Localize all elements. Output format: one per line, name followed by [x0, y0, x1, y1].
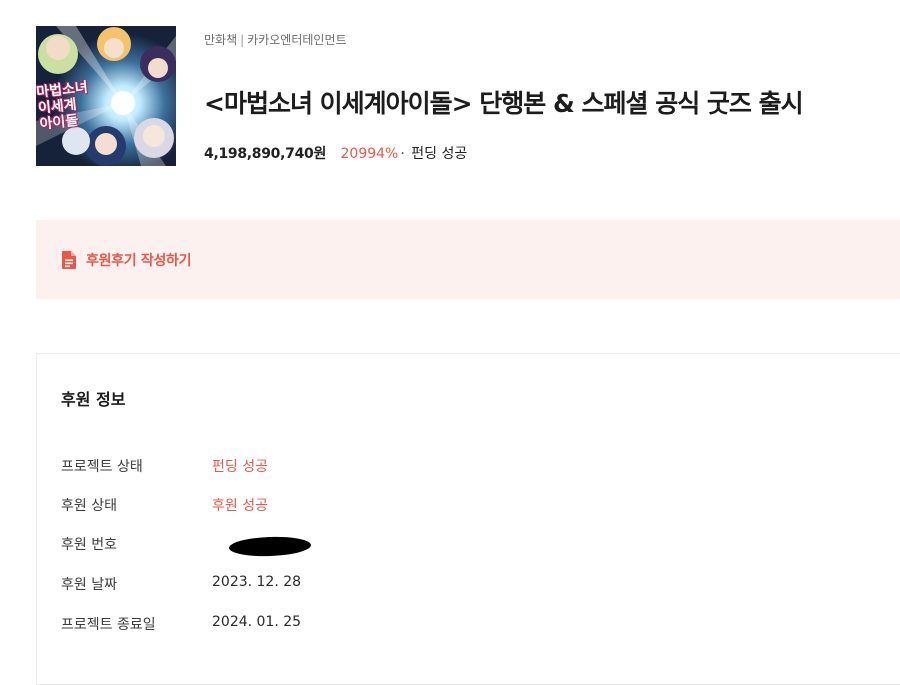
- info-label: 후원 상태: [61, 498, 117, 514]
- funding-stats: 4,198,890,740원 20994% · 펀딩 성공: [204, 143, 467, 163]
- write-review-button[interactable]: 후원후기 작성하기: [62, 250, 192, 270]
- meta-separator: |: [240, 33, 245, 47]
- stats-dot: ·: [400, 146, 405, 162]
- project-meta: 만화책 | 카카오엔터테인먼트: [204, 31, 347, 48]
- info-label: 프로젝트 종료일: [61, 617, 156, 633]
- info-label: 후원 날짜: [61, 577, 117, 593]
- info-label: 프로젝트 상태: [61, 459, 143, 475]
- support-info-panel: 후원 정보 프로젝트 상태 펀딩 성공 후원 상태 후원 성공 후원 번호 후원…: [36, 353, 900, 685]
- info-row-support-number: 후원 번호: [61, 534, 461, 558]
- funding-status: 펀딩 성공: [411, 146, 468, 162]
- info-value: 펀딩 성공: [212, 459, 268, 475]
- info-label: 후원 번호: [61, 537, 117, 553]
- project-header: 마법소녀 이세계 아이돌 만화책 | 카카오엔터테인먼트 <마법소녀 이세계아이돌>…: [36, 26, 900, 166]
- funding-amount: 4,198,890,740원: [204, 146, 327, 162]
- cover-logo-text: 마법소녀 이세계 아이돌: [36, 79, 89, 133]
- info-value: 후원 성공: [212, 498, 268, 514]
- category-label[interactable]: 만화책: [204, 33, 237, 47]
- info-row-support-status: 후원 상태 후원 성공: [61, 495, 461, 519]
- info-value: 2023. 12. 28: [212, 574, 302, 590]
- info-row-support-date: 후원 날짜 2023. 12. 28: [61, 574, 461, 598]
- write-review-label: 후원후기 작성하기: [86, 253, 192, 269]
- document-icon: [62, 251, 76, 269]
- redaction-mark: [228, 535, 312, 558]
- info-value: 2024. 01. 25: [212, 614, 302, 630]
- project-cover-image[interactable]: 마법소녀 이세계 아이돌: [36, 26, 176, 166]
- info-row-end-date: 프로젝트 종료일 2024. 01. 25: [61, 614, 461, 638]
- creator-name[interactable]: 카카오엔터테인먼트: [247, 33, 346, 47]
- review-banner: 후원후기 작성하기: [36, 220, 900, 299]
- project-title[interactable]: <마법소녀 이세계아이돌> 단행본 & 스페셜 공식 굿즈 출시: [204, 84, 804, 120]
- support-info-title: 후원 정보: [61, 390, 126, 409]
- info-row-project-status: 프로젝트 상태 펀딩 성공: [61, 456, 461, 480]
- funding-percent: 20994%: [340, 146, 399, 162]
